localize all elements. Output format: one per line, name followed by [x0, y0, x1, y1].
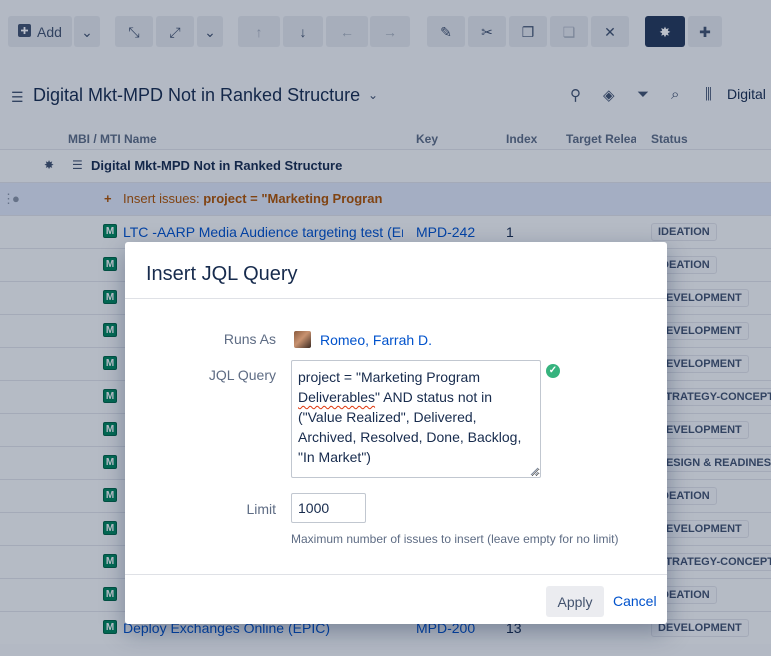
check-circle-icon: ✓	[546, 364, 560, 378]
avatar	[294, 331, 311, 348]
jql-query-label: JQL Query	[208, 367, 276, 383]
jql-text-start: project = "Marketing Program	[298, 369, 480, 385]
limit-help-text: Maximum number of issues to insert (leav…	[291, 532, 619, 546]
insert-jql-dialog: Insert JQL Query Runs As Romeo, Farrah D…	[125, 242, 667, 624]
apply-button[interactable]: Apply	[546, 586, 604, 617]
runs-as-label: Runs As	[223, 331, 276, 347]
jql-text-misspelled: Deliverables	[298, 389, 376, 405]
limit-input[interactable]	[291, 493, 366, 523]
cancel-link[interactable]: Cancel	[613, 593, 657, 609]
runs-as-user-link[interactable]: Romeo, Farrah D.	[320, 332, 432, 348]
dialog-divider	[125, 298, 667, 299]
limit-label: Limit	[246, 501, 276, 517]
resize-grip-icon[interactable]	[530, 467, 539, 476]
dialog-title: Insert JQL Query	[146, 263, 298, 285]
dialog-footer-divider	[125, 574, 667, 575]
jql-query-textarea[interactable]: project = "Marketing Program Deliverable…	[291, 360, 541, 478]
